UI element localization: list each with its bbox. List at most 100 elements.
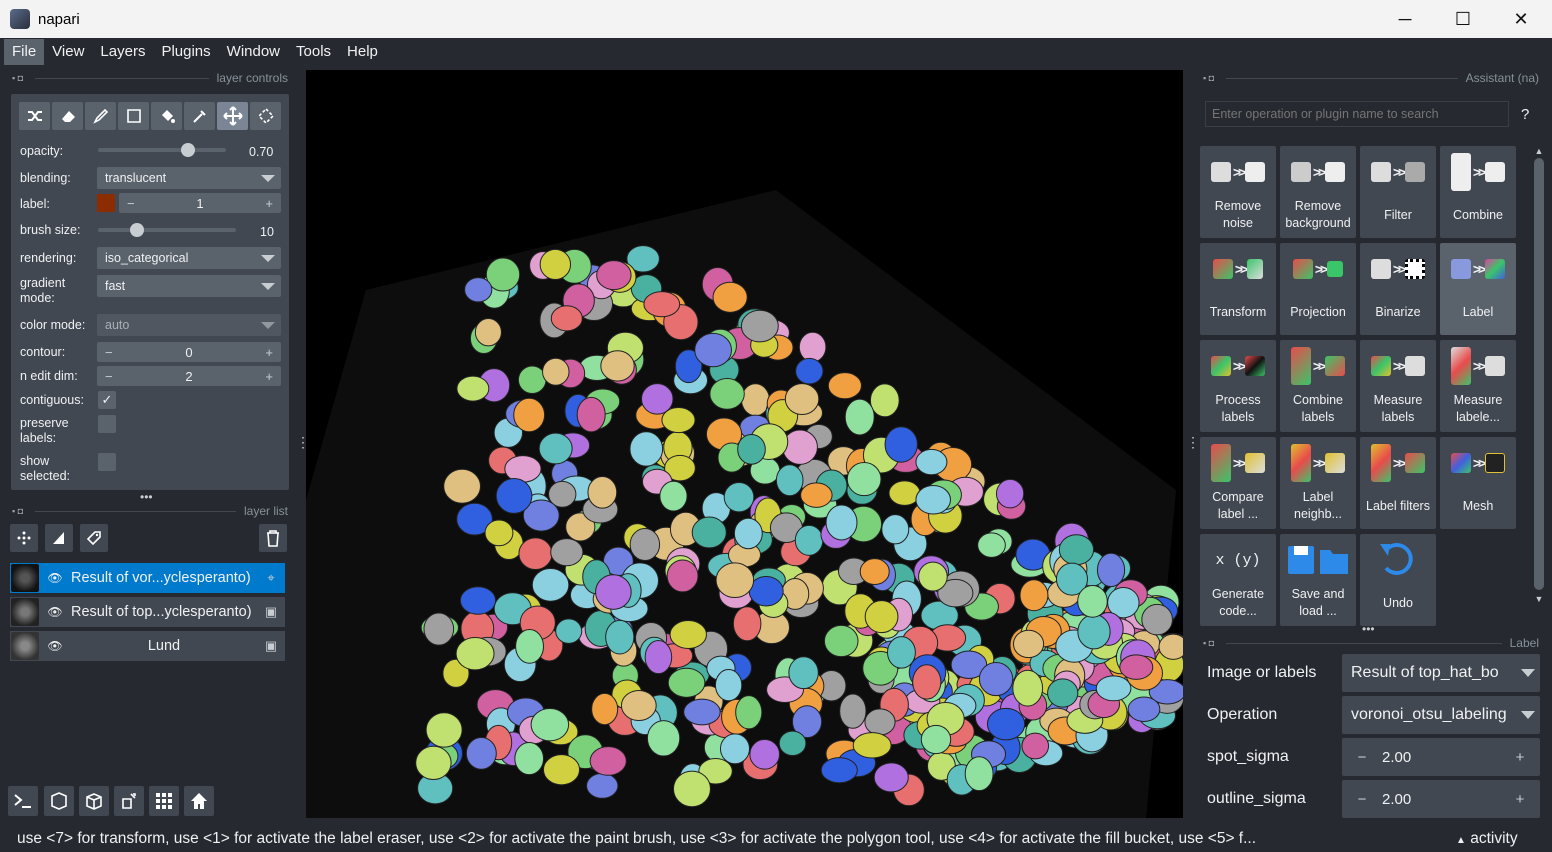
polygon-icon[interactable]: [118, 102, 149, 130]
minus-icon[interactable]: −: [1342, 791, 1382, 808]
tile-label-filters[interactable]: >> Label filters: [1360, 437, 1436, 529]
minus-icon[interactable]: −: [105, 345, 113, 360]
activity-button[interactable]: ▲ activity: [1456, 830, 1518, 848]
minimize-button[interactable]: ─: [1376, 0, 1434, 38]
pan-icon[interactable]: [217, 102, 248, 130]
layer-name[interactable]: Lund: [67, 638, 257, 654]
label-spinbox[interactable]: − 1 +: [119, 193, 281, 213]
assistant-scrollbar[interactable]: ▲ ▼: [1532, 146, 1546, 620]
menu-layers[interactable]: Layers: [92, 39, 153, 65]
color-mode-select[interactable]: auto: [97, 314, 281, 336]
viewer-canvas[interactable]: [306, 70, 1183, 818]
menu-file[interactable]: File: [4, 39, 45, 65]
tile-generate-code[interactable]: x (y) Generate code...: [1200, 534, 1276, 626]
spot-sigma-spinbox[interactable]: −2.00 +: [1342, 738, 1540, 776]
menu-help[interactable]: Help: [339, 39, 386, 65]
transpose-button[interactable]: [114, 786, 144, 816]
operation-select[interactable]: voronoi_otsu_labeling: [1342, 696, 1540, 734]
delete-layer-button[interactable]: [259, 524, 287, 552]
tile-measure-labeled[interactable]: >> Measure labele...: [1440, 340, 1516, 432]
rendering-select[interactable]: iso_categorical: [97, 247, 281, 269]
brush-icon[interactable]: [85, 102, 116, 130]
tile-binarize[interactable]: >> Binarize: [1360, 243, 1436, 335]
plus-icon[interactable]: +: [265, 196, 273, 211]
tile-transform[interactable]: >> Transform: [1200, 243, 1276, 335]
layer-row-0[interactable]: 👁 Result of vor...yclesperanto) ⌖: [10, 563, 285, 593]
menu-plugins[interactable]: Plugins: [153, 39, 218, 65]
new-labels-layer-button[interactable]: [80, 524, 108, 552]
maximize-button[interactable]: ☐: [1434, 0, 1492, 38]
menu-tools[interactable]: Tools: [288, 39, 339, 65]
minus-icon[interactable]: −: [1342, 749, 1382, 766]
gradient-mode-select[interactable]: fast: [97, 275, 281, 297]
tile-label[interactable]: >> Label: [1440, 243, 1516, 335]
home-button[interactable]: [184, 786, 214, 816]
brush-size-handle[interactable]: [129, 223, 144, 237]
tile-projection[interactable]: >> Projection: [1280, 243, 1356, 335]
dock-float-icon[interactable]: ▪ ◘: [1203, 73, 1214, 83]
outline-sigma-spinbox[interactable]: −2.00 +: [1342, 780, 1540, 818]
scroll-down-icon[interactable]: ▼: [1532, 594, 1546, 604]
scrollbar-thumb[interactable]: [1534, 158, 1544, 590]
layer-name[interactable]: Result of top...yclesperanto): [67, 604, 257, 620]
plus-icon[interactable]: +: [1500, 791, 1540, 808]
image-or-labels-select[interactable]: Result of top_hat_bo: [1342, 654, 1540, 692]
contiguous-checkbox[interactable]: ✓: [98, 391, 116, 409]
tile-undo[interactable]: Undo: [1360, 534, 1436, 626]
help-button[interactable]: ?: [1521, 106, 1529, 123]
tile-combine[interactable]: >> Combine: [1440, 146, 1516, 238]
transform-icon[interactable]: [250, 102, 281, 130]
close-button[interactable]: ✕: [1492, 0, 1550, 38]
dock-float-icon[interactable]: ▪ ◘: [12, 73, 23, 83]
picker-icon[interactable]: [184, 102, 215, 130]
preserve-labels-checkbox[interactable]: [98, 415, 116, 433]
assistant-search-input[interactable]: [1205, 101, 1509, 127]
tile-mesh[interactable]: >> Mesh: [1440, 437, 1516, 529]
new-points-layer-button[interactable]: [10, 524, 38, 552]
ndisplay-button[interactable]: [44, 786, 74, 816]
layer-name[interactable]: Result of vor...yclesperanto): [67, 570, 257, 586]
splitter-handle[interactable]: •••: [140, 490, 153, 504]
grid-view-button[interactable]: [149, 786, 179, 816]
scroll-up-icon[interactable]: ▲: [1532, 146, 1546, 156]
tile-remove-background[interactable]: >> Remove background: [1280, 146, 1356, 238]
eye-icon[interactable]: 👁: [43, 605, 67, 619]
n-edit-dim-spinbox[interactable]: − 2 +: [97, 366, 281, 386]
plus-icon[interactable]: +: [265, 345, 273, 360]
contour-spinbox[interactable]: − 0 +: [97, 342, 281, 362]
label-color-swatch[interactable]: [97, 194, 115, 212]
blending-select[interactable]: translucent: [97, 167, 281, 189]
layer-row-1[interactable]: 👁 Result of top...yclesperanto) ▣: [10, 597, 285, 627]
minus-icon[interactable]: −: [127, 196, 135, 211]
dock-float-icon[interactable]: ▪ ◘: [1203, 638, 1214, 648]
tile-filter[interactable]: >> Filter: [1360, 146, 1436, 238]
plus-icon[interactable]: +: [1500, 749, 1540, 766]
new-shapes-layer-button[interactable]: [45, 524, 73, 552]
eye-icon[interactable]: 👁: [43, 639, 67, 653]
right-dock-splitter[interactable]: ⋮: [1186, 434, 1200, 451]
console-button[interactable]: [8, 786, 38, 816]
minus-icon[interactable]: −: [105, 369, 113, 384]
menu-window[interactable]: Window: [219, 39, 288, 65]
opacity-slider[interactable]: [98, 148, 226, 152]
roll-dims-button[interactable]: [79, 786, 109, 816]
dock-float-icon[interactable]: ▪ ◘: [12, 506, 23, 516]
menu-view[interactable]: View: [44, 39, 92, 65]
tile-measure-labels[interactable]: >> Measure labels: [1360, 340, 1436, 432]
eraser-icon[interactable]: [52, 102, 83, 130]
tile-label-neighbors[interactable]: >> Label neighb...: [1280, 437, 1356, 529]
tile-combine-labels[interactable]: >> Combine labels: [1280, 340, 1356, 432]
fill-icon[interactable]: [151, 102, 182, 130]
brush-size-slider[interactable]: [98, 228, 236, 232]
tile-remove-noise[interactable]: >> Remove noise: [1200, 146, 1276, 238]
shuffle-icon[interactable]: [19, 102, 50, 130]
opacity-slider-handle[interactable]: [180, 143, 195, 157]
show-selected-checkbox[interactable]: [98, 453, 116, 471]
splitter-handle[interactable]: •••: [1362, 622, 1375, 636]
layer-row-2[interactable]: 👁 Lund ▣: [10, 631, 285, 661]
tile-save-load[interactable]: Save and load ...: [1280, 534, 1356, 626]
eye-icon[interactable]: 👁: [43, 571, 67, 585]
tile-process-labels[interactable]: >> Process labels: [1200, 340, 1276, 432]
tile-compare-label[interactable]: >> Compare label ...: [1200, 437, 1276, 529]
plus-icon[interactable]: +: [265, 369, 273, 384]
